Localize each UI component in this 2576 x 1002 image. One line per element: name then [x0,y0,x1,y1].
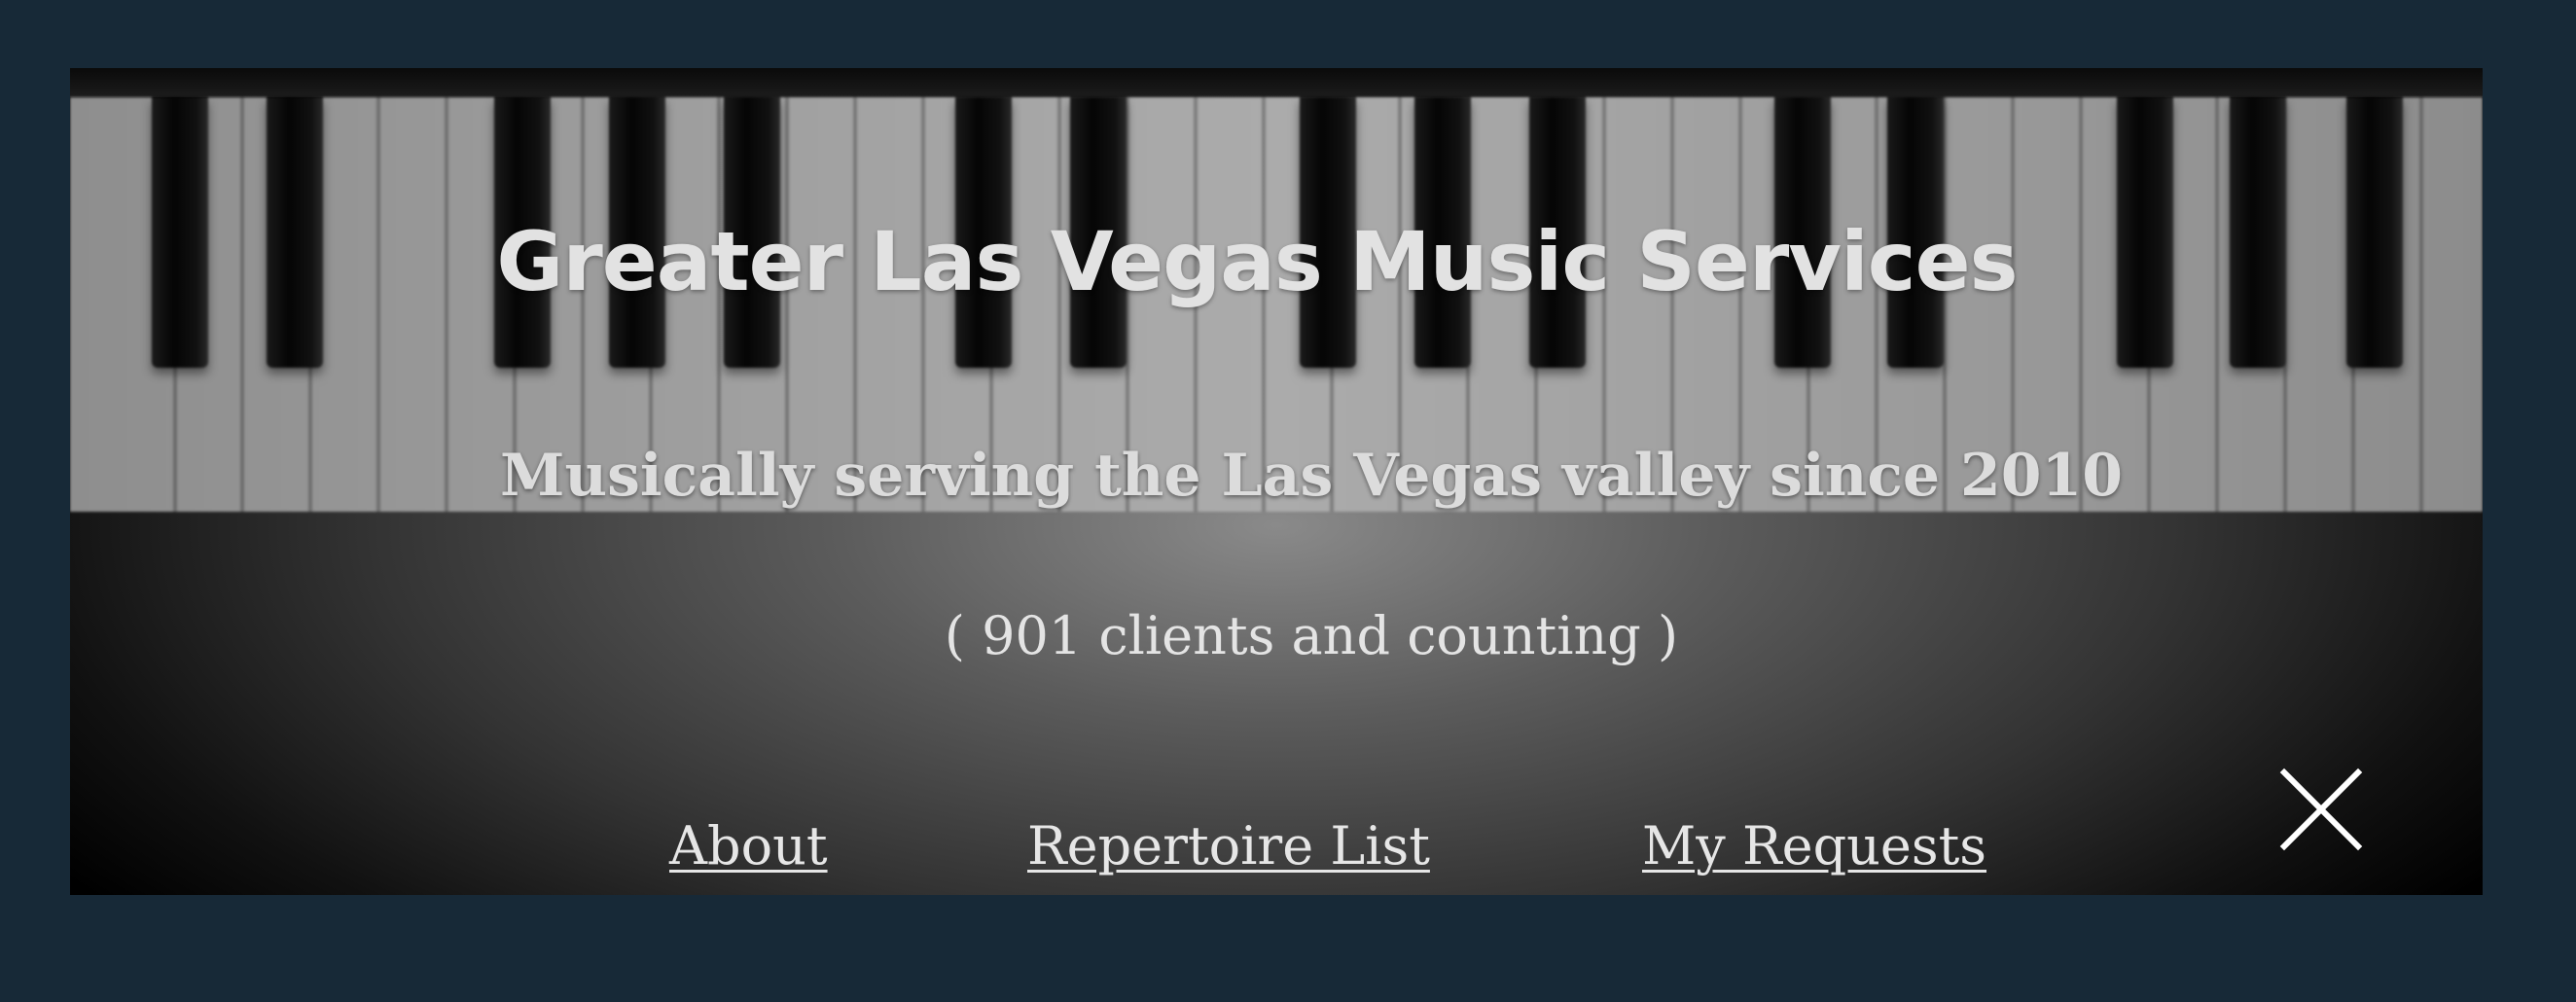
header-banner: Greater Las Vegas Music Services Musical… [70,68,2483,895]
close-icon [2279,768,2363,851]
nav-link-about[interactable]: About [669,815,828,877]
nav-link-repertoire-list[interactable]: Repertoire List [1027,815,1430,877]
nav-link-my-requests[interactable]: My Requests [1642,815,1986,877]
banner-top-bar [70,68,2483,97]
main-nav: About Repertoire List My Requests [70,815,2483,893]
close-button[interactable] [2274,763,2368,856]
client-count-text: ( 901 clients and counting ) [944,605,1679,666]
site-tagline: Musically serving the Las Vegas valley s… [500,442,2123,510]
site-title: Greater Las Vegas Music Services [496,214,2018,309]
